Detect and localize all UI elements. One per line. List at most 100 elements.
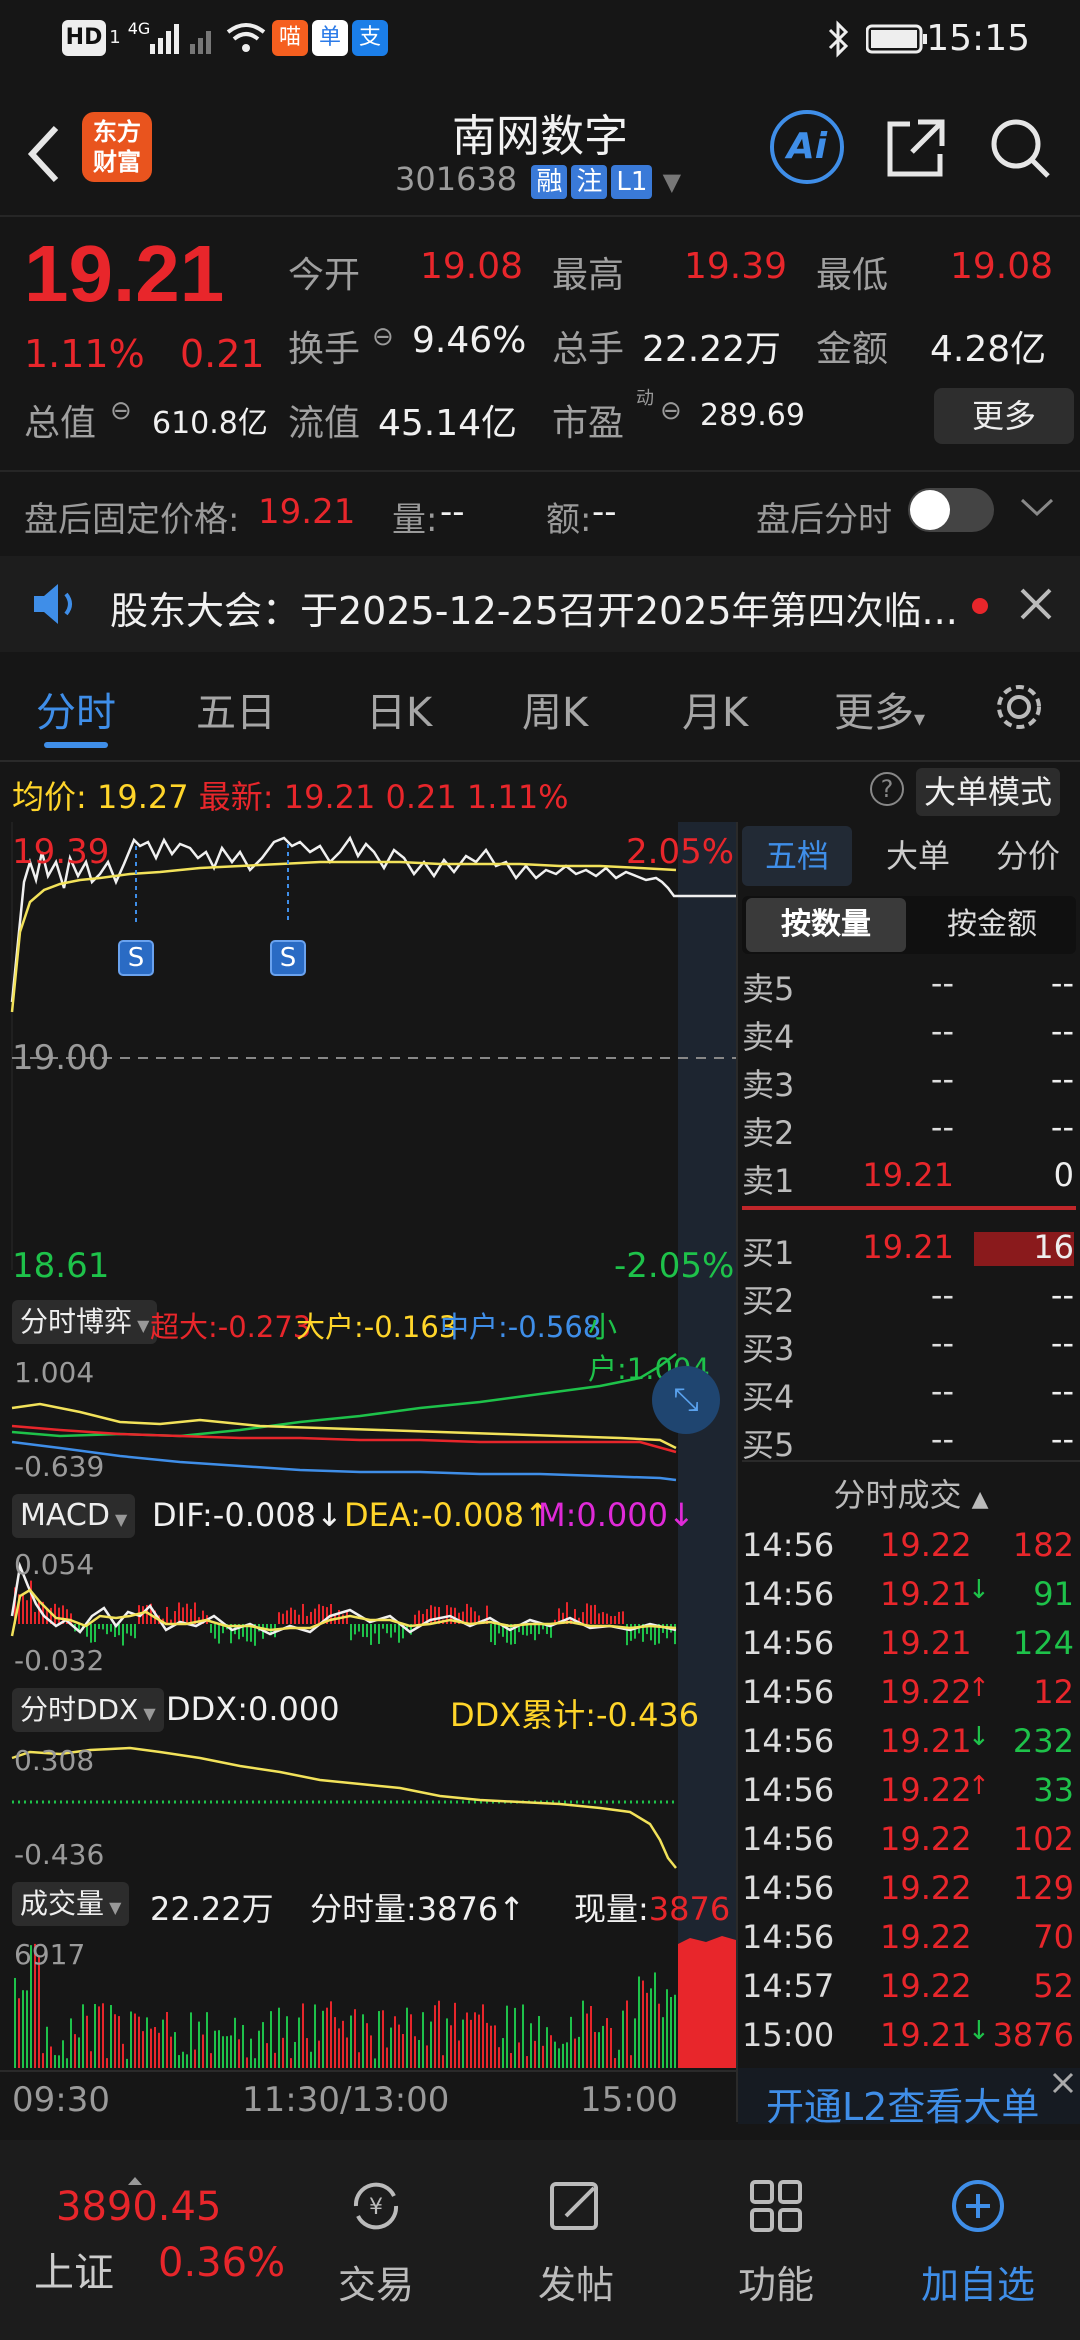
tab-five-level[interactable]: 五档 — [742, 826, 852, 886]
game-header: 分时博弈 ▼ 超大:-0.273 大户:-0.163 中户:-0.568 小户:… — [0, 1296, 736, 1386]
volume-chart[interactable] — [0, 1934, 736, 2068]
sell-row[interactable]: 卖1 19.21 0 — [742, 1156, 1080, 1204]
buy-row[interactable]: 买3 -- -- — [742, 1324, 1080, 1372]
macd-bar — [122, 1624, 124, 1646]
info-icon[interactable]: ⊖ — [110, 396, 132, 426]
tick-time: 14:56 — [742, 1673, 835, 1711]
macd-bar — [130, 1624, 132, 1636]
volume-bar — [402, 2033, 404, 2068]
pe-value: 289.69 — [700, 398, 805, 433]
volume-bar — [334, 2017, 336, 2068]
macd-dif-value: DIF:-0.008 — [152, 1496, 316, 1534]
clock: 15:15 — [926, 18, 1030, 59]
info-icon[interactable]: ⊖ — [372, 322, 394, 352]
big-order-mode-button[interactable]: 大单模式 — [916, 768, 1061, 816]
volume-bar — [610, 2027, 612, 2068]
volume-bar — [534, 2040, 536, 2068]
tick-time: 14:56 — [742, 1820, 835, 1858]
volume-bar — [346, 2037, 348, 2068]
more-button[interactable]: 更多 — [934, 388, 1074, 444]
index-value[interactable]: 3890.45 — [56, 2184, 221, 2230]
volume-bar — [62, 2040, 64, 2068]
macd-bar — [94, 1624, 96, 1643]
game-chart[interactable] — [0, 1352, 736, 1482]
chevron-down-icon[interactable] — [1020, 496, 1054, 520]
tab-monthly[interactable]: 月K — [682, 680, 748, 738]
macd-chart[interactable] — [0, 1546, 736, 1676]
help-icon[interactable]: ? — [870, 772, 904, 806]
level-price: -- — [930, 1108, 954, 1146]
by-amount-tab[interactable]: 按金额 — [912, 898, 1072, 952]
volume-selector[interactable]: 成交量 ▼ — [12, 1882, 130, 1926]
macd-bar — [590, 1605, 592, 1624]
level-qty: -- — [1050, 1276, 1074, 1314]
volume-bar — [526, 2056, 528, 2068]
volume-bar — [394, 2016, 396, 2068]
volume-bar — [574, 2038, 576, 2068]
notice-bar[interactable]: 股东大会：于2025-12-25召开2025年第四次临... — [0, 556, 1080, 652]
tab-big-order[interactable]: 大单 — [868, 826, 968, 886]
macd-bar — [382, 1624, 384, 1629]
nav-trade[interactable]: ¥ 交易 — [276, 2140, 476, 2309]
chart-mid-price: 19.00 — [12, 1038, 110, 1078]
macd-bar — [618, 1611, 620, 1624]
latest-label: 最新: — [198, 778, 274, 816]
by-quantity-tab[interactable]: 按数量 — [746, 898, 906, 952]
settings-gear-icon[interactable] — [992, 680, 1046, 734]
close-icon[interactable] — [1050, 2070, 1076, 2096]
level-label: 买4 — [742, 1378, 795, 1416]
level-label: 卖3 — [742, 1066, 795, 1104]
sell-row[interactable]: 卖5 -- -- — [742, 964, 1080, 1012]
sell-marker[interactable]: S — [270, 940, 306, 976]
search-icon[interactable] — [988, 116, 1052, 180]
afterhours-toggle[interactable] — [908, 488, 994, 532]
macd-bar — [310, 1611, 312, 1624]
info-icon[interactable]: ⊖ — [660, 396, 682, 426]
level-qty: -- — [1050, 964, 1074, 1002]
nav-add-watchlist[interactable]: 加自选 — [878, 2140, 1078, 2309]
price-chart[interactable] — [0, 822, 736, 1270]
macd-bar — [298, 1614, 300, 1624]
level-price: -- — [930, 964, 954, 1002]
high-label: 最高 — [552, 255, 625, 296]
volume-bar — [458, 2040, 460, 2068]
buy-row[interactable]: 买2 -- -- — [742, 1276, 1080, 1324]
game-selector[interactable]: 分时博弈 ▼ — [12, 1300, 158, 1344]
tab-5day[interactable]: 五日 — [196, 680, 276, 738]
macd-bar — [294, 1609, 296, 1624]
close-icon[interactable] — [1018, 586, 1054, 622]
level-qty: -- — [1050, 1060, 1074, 1098]
arrow-down-icon: ↓ — [668, 1496, 695, 1534]
level-qty: -- — [1050, 1108, 1074, 1146]
sell-row[interactable]: 卖3 -- -- — [742, 1060, 1080, 1108]
sell-row[interactable]: 卖2 -- -- — [742, 1108, 1080, 1156]
ai-button[interactable]: Ai — [770, 110, 844, 184]
tab-more[interactable]: 更多▾ — [834, 680, 925, 738]
nav-function[interactable]: 功能 — [676, 2140, 876, 2309]
volume-bar — [206, 2012, 208, 2068]
buy-row[interactable]: 买4 -- -- — [742, 1372, 1080, 1420]
ddx-chart[interactable] — [0, 1740, 736, 1870]
volume-bar — [322, 2010, 324, 2068]
stock-code-row[interactable]: 301638 融注 L1 ▼ — [395, 160, 681, 199]
sell-row[interactable]: 卖4 -- -- — [742, 1012, 1080, 1060]
ticks-title[interactable]: 分时成交 ▲ — [742, 1470, 1080, 1516]
macd-bar — [494, 1624, 496, 1645]
app-icon-a: 喵 — [272, 20, 308, 56]
tab-weekly[interactable]: 周K — [522, 680, 588, 738]
tab-price-dist[interactable]: 分价 — [976, 826, 1080, 886]
buy-row[interactable]: 买1 19.21 16 — [742, 1228, 1080, 1276]
tab-intraday[interactable]: 分时 — [36, 680, 116, 738]
nav-post[interactable]: 发帖 — [476, 2140, 676, 2309]
expand-icon[interactable]: ⤡ — [652, 1366, 720, 1434]
l2-banner[interactable]: 开通L2查看大单 — [738, 2068, 1080, 2129]
volume-bar — [514, 2007, 516, 2068]
tab-daily[interactable]: 日K — [366, 680, 432, 738]
macd-selector[interactable]: MACD ▼ — [12, 1494, 136, 1538]
sell-marker[interactable]: S — [118, 940, 154, 976]
level-qty: -- — [1050, 1420, 1074, 1458]
tick-arrow-icon: ↑ — [968, 1771, 990, 1801]
ddx-selector[interactable]: 分时DDX ▼ — [12, 1688, 164, 1732]
share-icon[interactable] — [884, 116, 948, 180]
volume-bar — [506, 2005, 508, 2068]
